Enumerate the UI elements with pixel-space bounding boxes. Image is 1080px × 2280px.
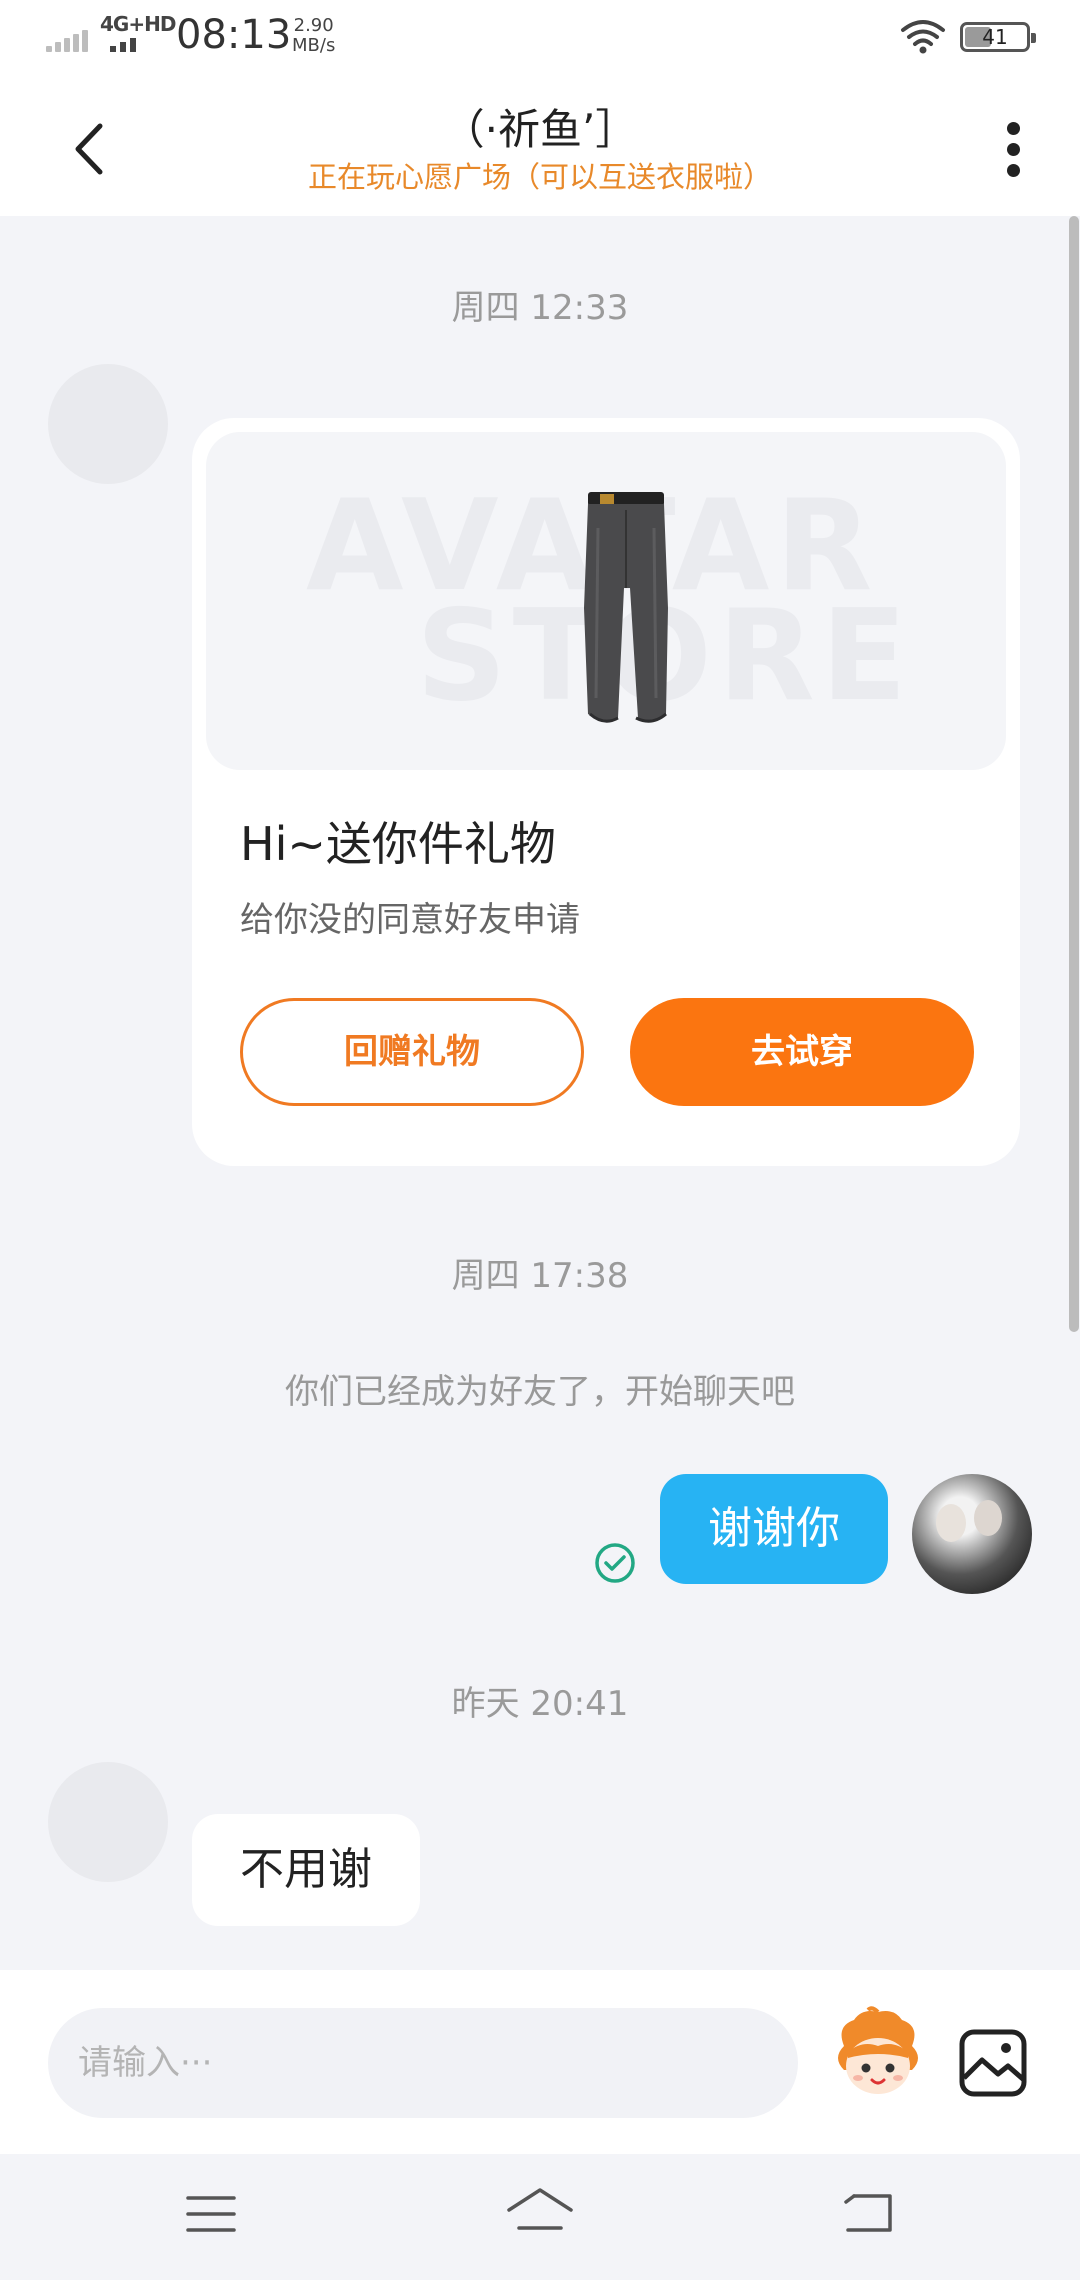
gift-title: Hi~送你件礼物 xyxy=(240,817,556,871)
network-speed-unit: MB/s xyxy=(292,35,336,56)
network-type: 4G+HD xyxy=(100,12,176,36)
input-bar xyxy=(0,1970,1080,2154)
battery-level: 41 xyxy=(982,25,1008,49)
network-speed-value: 2.90 xyxy=(293,15,334,36)
contact-name: （·祈鱼’］ xyxy=(442,105,638,154)
timestamp: 昨天 20:41 xyxy=(451,1684,629,1724)
system-message: 你们已经成为好友了，开始聊天吧 xyxy=(285,1372,795,1412)
gift-image[interactable]: AVATAR STORE xyxy=(206,432,1006,770)
contact-status[interactable]: 正在玩心愿广场（可以互送衣服啦） xyxy=(0,154,1080,196)
timestamp: 周四 17:38 xyxy=(451,1256,629,1296)
check-circle-icon xyxy=(595,1543,635,1583)
return-gift-button[interactable]: 回赠礼物 xyxy=(240,998,584,1106)
mobile-signal-icon xyxy=(110,38,150,52)
back-icon[interactable] xyxy=(834,2184,904,2244)
scrollbar[interactable] xyxy=(1069,216,1079,1332)
menu-icon[interactable] xyxy=(176,2184,246,2244)
mascot-emoji-icon[interactable] xyxy=(832,2006,924,2106)
battery-icon: 41 xyxy=(960,22,1036,52)
clock: 08:13 xyxy=(176,12,292,58)
network-speed: 2.90 MB/s xyxy=(292,16,335,56)
message-input[interactable] xyxy=(48,2008,798,2118)
received-message-bubble[interactable]: 不用谢 xyxy=(192,1814,420,1926)
more-vertical-icon[interactable] xyxy=(994,114,1034,184)
try-on-button[interactable]: 去试穿 xyxy=(630,998,974,1106)
status-bar: 4G+HD 08:13 2.90 MB/s 41 xyxy=(0,0,1080,76)
pants-item-image xyxy=(584,492,668,723)
signal-strength-icon xyxy=(46,30,92,52)
image-icon[interactable] xyxy=(958,2028,1028,2098)
gift-description: 给你没的同意好友申请 xyxy=(240,900,580,940)
sent-message-bubble[interactable]: 谢谢你 xyxy=(660,1474,888,1584)
wifi-icon xyxy=(901,20,945,54)
contact-avatar[interactable] xyxy=(48,364,168,484)
my-avatar[interactable] xyxy=(912,1474,1032,1594)
chat-header: （·祈鱼’］ 正在玩心愿广场（可以互送衣服啦） xyxy=(0,76,1080,216)
system-nav-bar xyxy=(0,2154,1080,2280)
timestamp: 周四 12:33 xyxy=(451,288,629,328)
contact-avatar[interactable] xyxy=(48,1762,168,1882)
home-icon[interactable] xyxy=(505,2184,575,2244)
gift-card[interactable]: AVATAR STORE Hi~送你件礼物 给你没的同意好友申请 回赠礼物 去试… xyxy=(192,418,1020,1166)
